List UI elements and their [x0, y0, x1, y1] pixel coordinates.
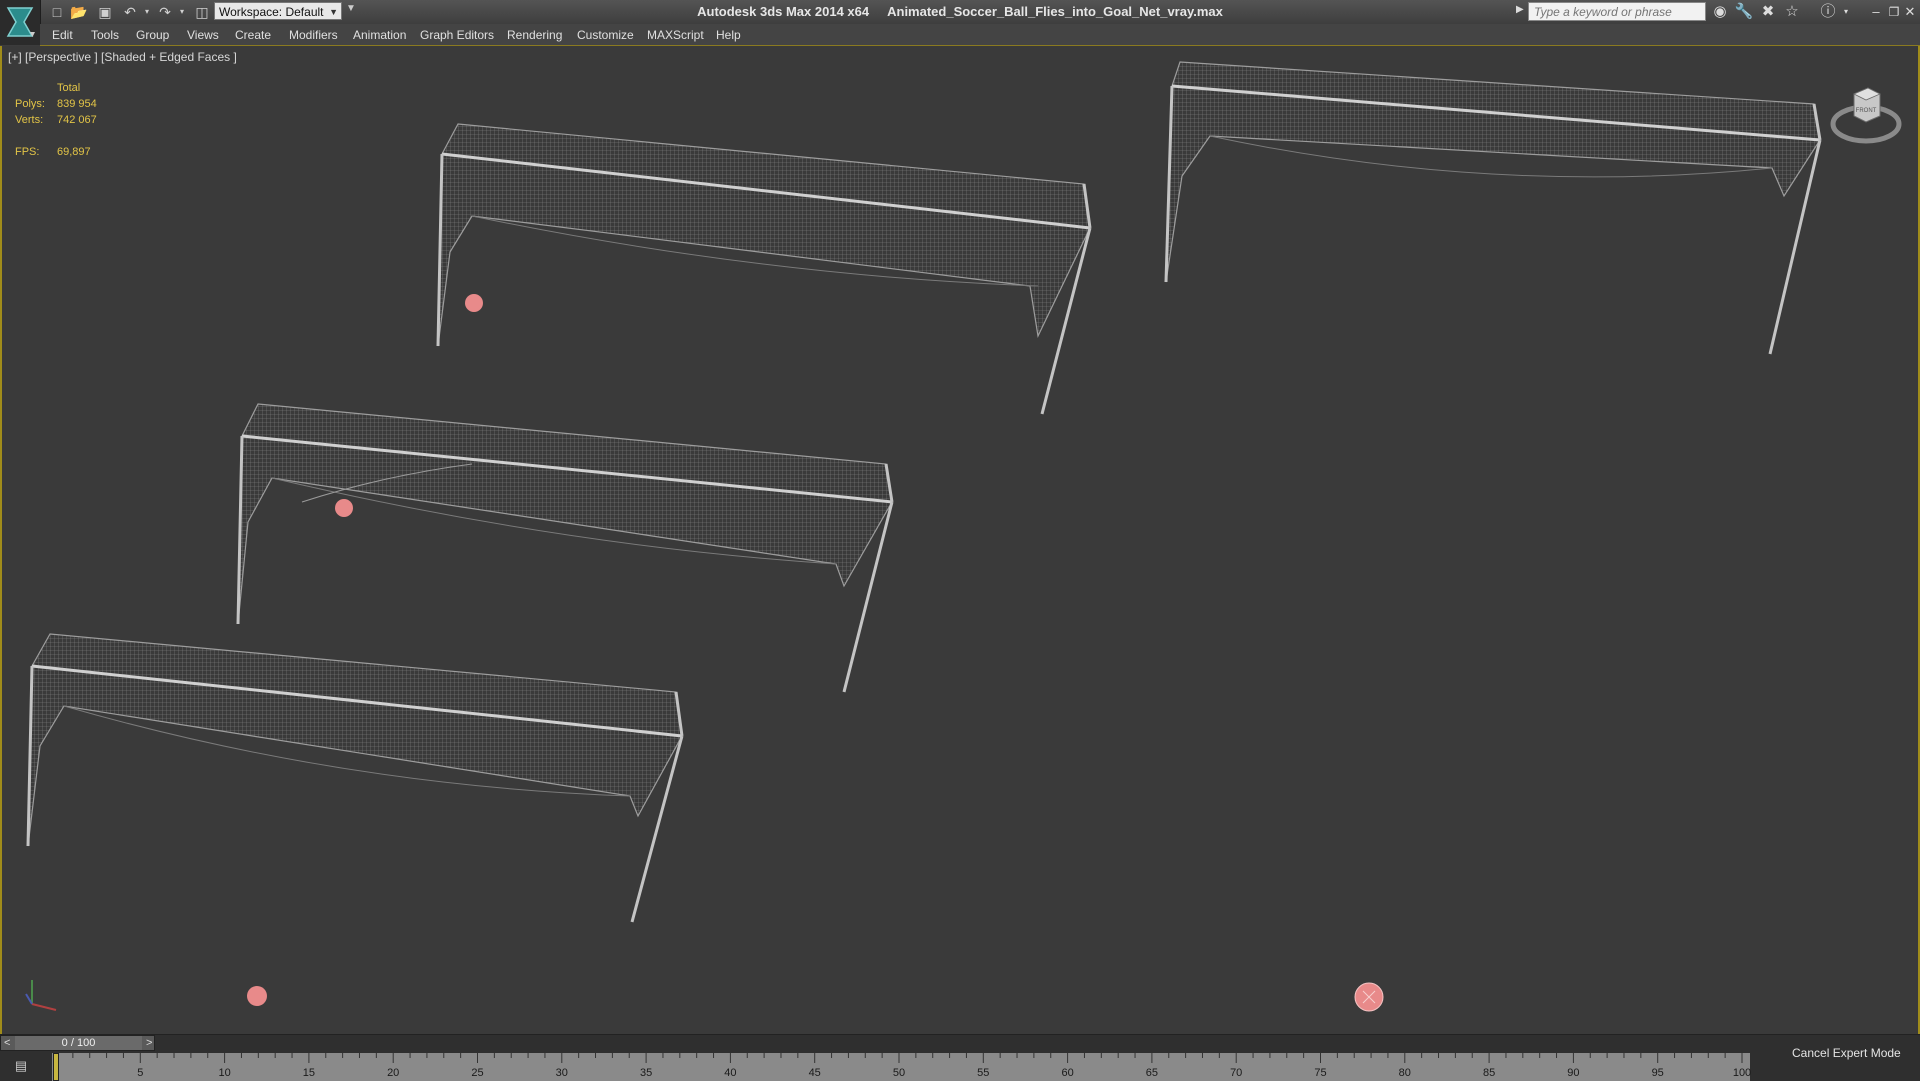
- workspace-label: Workspace: Default: [219, 5, 324, 19]
- time-slider[interactable]: < 0 / 100 >: [0, 1035, 155, 1051]
- favorites-star-icon[interactable]: ☆: [1782, 2, 1802, 22]
- soccer-ball-1[interactable]: [465, 294, 483, 312]
- track-bar-label: 15: [302, 1067, 316, 1079]
- quick-access-customize-icon[interactable]: ▼: [346, 3, 356, 14]
- time-prev-button[interactable]: <: [4, 1036, 10, 1050]
- undo-icon[interactable]: ↶: [121, 3, 139, 21]
- track-bar-label: 40: [724, 1067, 737, 1079]
- undo-dropdown-icon[interactable]: ▾: [138, 3, 156, 21]
- viewcube-icon[interactable]: FRONT: [1828, 80, 1904, 150]
- track-bar-label: 65: [1145, 1067, 1159, 1079]
- soccer-ball-3[interactable]: [247, 986, 267, 1006]
- subscription-center-icon[interactable]: 🔧: [1734, 2, 1754, 22]
- polys-value: 839 954: [57, 98, 97, 110]
- title-bar: □ 📂 ▣ ↶ ▾ ↷ ▾ ◫ Workspace: Default ▼ ▼ A…: [0, 0, 1920, 45]
- track-bar-label: 35: [639, 1067, 653, 1079]
- track-bar-label: 70: [1230, 1067, 1243, 1079]
- goal-net-4[interactable]: [26, 633, 684, 923]
- track-bar-label: 30: [555, 1067, 568, 1079]
- track-bar-label: 5: [137, 1067, 144, 1079]
- verts-label: Verts:: [15, 114, 44, 126]
- binoculars-icon[interactable]: ◉: [1710, 2, 1730, 22]
- menu-create[interactable]: Create: [235, 28, 271, 42]
- workspace-dropdown[interactable]: Workspace: Default ▼: [214, 2, 342, 20]
- scene-canvas[interactable]: [2, 46, 1918, 1034]
- project-folder-icon[interactable]: ◫: [193, 3, 211, 21]
- communication-center-icon[interactable]: ✖: [1758, 2, 1778, 22]
- goal-net-1[interactable]: [436, 123, 1092, 415]
- track-bar-label: 10: [218, 1067, 231, 1079]
- menu-group[interactable]: Group: [136, 28, 169, 42]
- open-mini-curve-editor-icon[interactable]: ▤: [8, 1056, 34, 1076]
- menu-help[interactable]: Help: [716, 28, 741, 42]
- menu-bar: Edit Tools Group Views Create Modifiers …: [40, 24, 1920, 46]
- track-bar[interactable]: 0510152025303540455055606570758085909510…: [52, 1053, 1752, 1081]
- help-dropdown-icon[interactable]: ▾: [1836, 2, 1856, 22]
- fps-value: 69,897: [57, 146, 91, 158]
- timeline: < 0 / 100 > ▤ 05101520253035404550556065…: [0, 1034, 1920, 1081]
- playhead-marker[interactable]: [53, 1053, 59, 1081]
- close-icon[interactable]: ✕: [1900, 2, 1920, 22]
- verts-value: 742 067: [57, 114, 97, 126]
- search-expand-icon[interactable]: ▶: [1516, 4, 1524, 15]
- search-input[interactable]: [1528, 2, 1706, 21]
- minimize-icon[interactable]: –: [1866, 2, 1886, 22]
- menu-edit[interactable]: Edit: [52, 28, 73, 42]
- viewport-label[interactable]: [+] [Perspective ] [Shaded + Edged Faces…: [8, 50, 237, 64]
- goal-net-3[interactable]: [236, 403, 894, 693]
- viewcube-label: FRONT: [1856, 108, 1877, 114]
- track-bar-label: 95: [1651, 1067, 1664, 1079]
- track-bar-label: 45: [808, 1067, 821, 1079]
- stats-header: Total: [57, 82, 81, 94]
- app-menu-button[interactable]: [0, 0, 41, 45]
- track-bar-label: 80: [1398, 1067, 1411, 1079]
- polys-label: Polys:: [15, 98, 45, 110]
- track-bar-label: 55: [977, 1067, 990, 1079]
- track-bar-label: 85: [1482, 1067, 1496, 1079]
- help-icon[interactable]: ⓘ: [1818, 2, 1838, 22]
- file-name: Animated_Soccer_Ball_Flies_into_Goal_Net…: [887, 4, 1223, 19]
- menu-rendering[interactable]: Rendering: [507, 28, 562, 42]
- menu-graph-editors[interactable]: Graph Editors: [420, 28, 494, 42]
- track-bar-label: 50: [892, 1067, 906, 1079]
- redo-dropdown-icon[interactable]: ▾: [173, 3, 191, 21]
- menu-maxscript[interactable]: MAXScript: [647, 28, 704, 42]
- open-file-icon[interactable]: 📂: [70, 3, 88, 21]
- fps-label: FPS:: [15, 146, 40, 158]
- save-icon[interactable]: ▣: [96, 3, 114, 21]
- menu-views[interactable]: Views: [187, 28, 219, 42]
- goal-net-2[interactable]: [1164, 61, 1822, 355]
- track-bar-label: 20: [387, 1067, 400, 1079]
- perspective-viewport[interactable]: [+] [Perspective ] [Shaded + Edged Faces…: [0, 46, 1920, 1034]
- time-slider-readout[interactable]: 0 / 100: [15, 1036, 142, 1050]
- menu-tools[interactable]: Tools: [91, 28, 119, 42]
- menu-customize[interactable]: Customize: [577, 28, 634, 42]
- chevron-down-icon: ▼: [329, 7, 338, 17]
- track-bar-label: 75: [1314, 1067, 1327, 1079]
- cancel-expert-mode-button[interactable]: Cancel Expert Mode: [1792, 1046, 1901, 1060]
- menu-animation[interactable]: Animation: [353, 28, 406, 42]
- redo-icon[interactable]: ↷: [156, 3, 174, 21]
- time-next-button[interactable]: >: [146, 1036, 152, 1050]
- new-file-icon[interactable]: □: [48, 3, 66, 21]
- axis-tripod-icon: [25, 980, 57, 1011]
- 3dsmax-logo-icon: [6, 7, 35, 37]
- track-bar-label: 90: [1567, 1067, 1580, 1079]
- track-bar-label: 100: [1732, 1067, 1752, 1079]
- app-title: Autodesk 3ds Max 2014 x64: [697, 4, 870, 19]
- track-bar-label: 60: [1061, 1067, 1074, 1079]
- soccer-ball-2[interactable]: [335, 499, 353, 517]
- menu-modifiers[interactable]: Modifiers: [289, 28, 338, 42]
- track-bar-label: 25: [471, 1067, 484, 1079]
